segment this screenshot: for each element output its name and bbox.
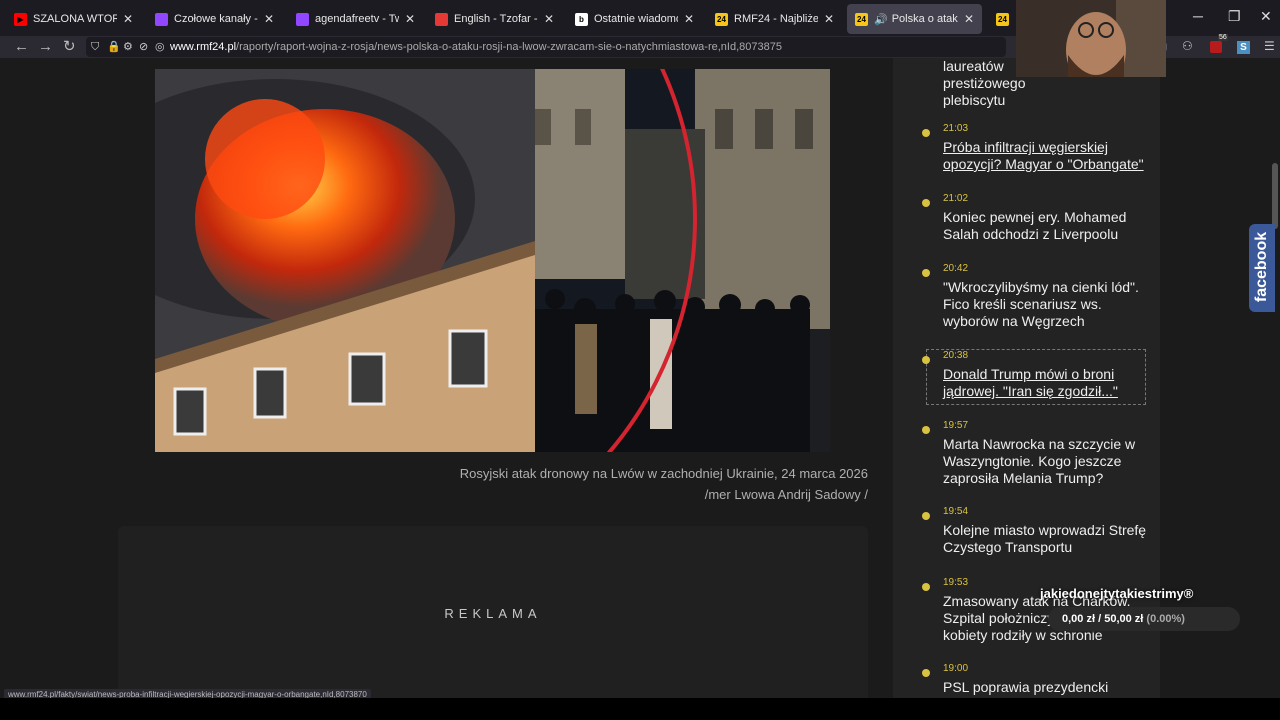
tab-title: Ostatnie wiadomości z U	[594, 13, 678, 25]
news-headline[interactable]: PSL poprawia prezydencki	[943, 679, 1153, 696]
news-headline[interactable]: Donald Trump mówi o broni jądrowej. "Ira…	[943, 366, 1153, 400]
tab-title: agendafreetv - Twitch	[315, 13, 399, 25]
browser-tab[interactable]: b Ostatnie wiadomości z U ✕	[567, 4, 702, 34]
tab-favicon-icon	[296, 12, 309, 26]
tab-close-icon[interactable]: ✕	[544, 12, 554, 26]
facebook-tab[interactable]: facebook	[1249, 224, 1275, 312]
restore-icon[interactable]: ❐	[1228, 8, 1241, 25]
browser-tab[interactable]: 24 🔊Polska o ataku Rosji ✕	[847, 4, 982, 34]
browser-tab[interactable]: Czołowe kanały - Twitch ✕	[147, 4, 282, 34]
bullet-icon	[922, 356, 930, 364]
tab-close-icon[interactable]: ✕	[824, 12, 834, 26]
menu-icon[interactable]: ☰	[1264, 39, 1275, 53]
news-headline[interactable]: Próba infiltracji węgierskiej opozycji? …	[943, 139, 1153, 173]
donation-progress: 0,00 zł / 50,00 zł (0.00%)	[1048, 607, 1240, 631]
tab-close-icon[interactable]: ✕	[964, 12, 974, 26]
browser-tab[interactable]: 24 RMF24 - Najbliżej faktów ✕	[707, 4, 842, 34]
back-icon[interactable]: ←	[14, 37, 29, 57]
webcam-overlay	[1016, 0, 1166, 77]
tracking-icon[interactable]: ◎	[155, 37, 165, 57]
browser-tab[interactable]: agendafreetv - Twitch ✕	[288, 4, 423, 34]
bullet-icon	[922, 426, 930, 434]
tab-title: SZALONA WTORKOWA I	[33, 13, 117, 25]
tab-close-icon[interactable]: ✕	[684, 12, 694, 26]
bullet-icon	[922, 199, 930, 207]
extension-badge: 56	[1218, 34, 1228, 41]
ublock-icon[interactable]: 56	[1210, 34, 1228, 54]
donation-widget: jakiedonejtytakiestrimy® 0,00 zł / 50,00…	[1040, 586, 1240, 631]
s-extension-icon[interactable]: S	[1237, 39, 1250, 54]
address-bar[interactable]: ⛉ 🔒 ⚙ ⊘ ◎ www.rmf24.pl/raporty/raport-wo…	[86, 37, 1006, 57]
bullet-icon	[922, 583, 930, 591]
tab-title: RMF24 - Najbliżej faktów	[734, 13, 818, 25]
tab-close-icon[interactable]: ✕	[264, 12, 274, 26]
news-headline[interactable]: Kolejne miasto wprowadzi Strefę Czystego…	[943, 522, 1153, 556]
tab-favicon-icon: 24	[715, 12, 728, 26]
news-time: 21:02	[943, 193, 969, 204]
url-text: www.rmf24.pl/raporty/raport-wojna-z-rosj…	[170, 37, 782, 57]
news-item[interactable]: 20:38 Donald Trump mówi o broni jądrowej.…	[922, 349, 1146, 405]
browser-tab[interactable]: ▶ SZALONA WTORKOWA I ✕	[6, 4, 141, 34]
shield-icon[interactable]: ⛉	[91, 37, 99, 57]
blocked-icon[interactable]: ⊘	[139, 37, 148, 57]
minimize-icon[interactable]: ─	[1193, 8, 1203, 24]
lock-icon[interactable]: 🔒	[107, 37, 121, 57]
forward-icon[interactable]: →	[38, 37, 53, 57]
donation-percent: (0.00%)	[1146, 613, 1185, 625]
caption-line-2: /mer Lwowa Andrij Sadowy /	[704, 487, 868, 502]
url-path: /raporty/raport-wojna-z-rosja/news-polsk…	[236, 41, 782, 53]
donation-goal: 50,00 zł	[1104, 613, 1144, 625]
bottom-bar	[0, 698, 1280, 720]
news-headline[interactable]: Marta Nawrocka na szczycie w Waszyngtoni…	[943, 436, 1153, 487]
browser-tab[interactable]: English - Tzofar - Red Al ✕	[427, 4, 562, 34]
donation-amount: 0,00 zł	[1062, 613, 1096, 625]
tab-favicon-icon: 24	[996, 12, 1009, 26]
close-window-icon[interactable]: ✕	[1260, 8, 1272, 25]
caption-line-1: Rosyjski atak dronowy na Lwów w zachodni…	[459, 466, 868, 481]
extension-icon[interactable]: ⚇	[1182, 39, 1193, 53]
news-headline[interactable]: "Wkroczylibyśmy na cienki lód". Fico kre…	[943, 279, 1153, 330]
tab-close-icon[interactable]: ✕	[123, 12, 133, 26]
ad-placeholder: REKLAMA	[118, 526, 868, 698]
news-time: 20:38	[943, 350, 969, 361]
news-headline[interactable]: Koniec pewnej ery. Mohamed Salah odchodz…	[943, 209, 1153, 243]
ad-label: REKLAMA	[444, 606, 542, 621]
tab-title: English - Tzofar - Red Al	[454, 13, 538, 25]
news-time: 20:42	[943, 263, 969, 274]
tab-audio-icon[interactable]: 🔊	[874, 13, 888, 26]
image-caption: Rosyjski atak dronowy na Lwów w zachodni…	[400, 463, 868, 505]
news-time: 19:53	[943, 577, 969, 588]
donation-separator: /	[1098, 613, 1102, 625]
reload-icon[interactable]: ↻	[63, 37, 76, 57]
tab-favicon-icon: ▶	[14, 12, 27, 26]
bullet-icon	[922, 669, 930, 677]
url-host: www.rmf24.pl	[170, 41, 237, 53]
tab-favicon-icon	[155, 12, 168, 26]
tab-favicon-icon	[435, 12, 448, 26]
news-time: 21:03	[943, 123, 969, 134]
news-time: 19:00	[943, 663, 969, 674]
bullet-icon	[922, 129, 930, 137]
article-image	[155, 69, 830, 452]
browser-tab[interactable]: 24D	[988, 4, 1018, 34]
scrollbar-thumb[interactable]	[1272, 163, 1278, 229]
permissions-icon[interactable]: ⚙	[123, 37, 133, 57]
news-time: 19:57	[943, 420, 969, 431]
donation-title: jakiedonejtytakiestrimy®	[1040, 586, 1194, 601]
bullet-icon	[922, 269, 930, 277]
tab-favicon-icon: b	[575, 12, 588, 26]
tab-close-icon[interactable]: ✕	[405, 12, 415, 26]
bullet-icon	[922, 512, 930, 520]
news-time: 19:54	[943, 506, 969, 517]
tab-title: Czołowe kanały - Twitch	[174, 13, 258, 25]
tab-title: Polska o ataku Rosji	[891, 13, 958, 25]
tab-favicon-icon: 24	[855, 12, 868, 26]
facebook-label: facebook	[1253, 231, 1270, 303]
